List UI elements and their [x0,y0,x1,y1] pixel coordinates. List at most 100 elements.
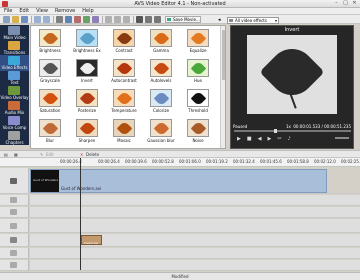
sidebar-item-video-effects[interactable]: Video Effects [0,55,29,71]
effect-thumbnail [76,29,98,47]
sidebar-item-transitions[interactable]: Transitions [0,40,29,56]
effect-tile[interactable]: Invert [76,59,98,85]
maximize-icon[interactable]: □ [343,1,348,6]
effect-thumbnail [39,59,61,77]
chevron-down-icon: ▾ [274,18,277,23]
sidebar-item-video-overlay[interactable]: Video Overlay [0,85,29,101]
volume-icon[interactable]: ♪ [288,136,291,142]
volume-slider[interactable] [335,137,349,139]
effects-track-icon [10,209,17,215]
effect-label: Sharpen [78,138,96,143]
music-track-icon [10,262,17,268]
menu-help[interactable]: Help [82,8,93,14]
status-bar: Modified [0,272,360,280]
effect-tile[interactable]: Autocontrast [111,59,137,85]
menu-remove[interactable]: Remove [55,8,75,14]
timeline-ruler[interactable]: 00:00:26.4 00:00:26.4 00:00:39.6 00:00:52.… [0,158,360,167]
stop-icon[interactable]: ■ [247,136,252,142]
category-nav-icon[interactable]: ◂ [218,17,226,24]
effect-label: Autolevels [150,78,172,83]
effect-tile[interactable]: Gamma [150,29,172,55]
menu-file[interactable]: File [4,8,12,14]
preview-mode-icon[interactable] [136,16,143,23]
ruler-tick-label: 00:01:06.0 [179,159,201,164]
menu-edit[interactable]: Edit [19,8,29,14]
effect-tile[interactable]: Brightness [39,29,61,55]
video-clip-name: Gust of Wonders.avi [61,186,102,191]
sidebar-item-main-video[interactable]: Main Video [0,25,29,41]
playback-speed[interactable]: 1x [286,124,291,129]
effect-thumbnail [150,59,172,77]
cut-icon[interactable]: ✂ [277,136,281,142]
effect-label: Saturation [39,108,61,113]
sidebar-item-audio-mix[interactable]: Audio Mix [0,100,29,116]
edit-button[interactable]: Edit [46,152,54,157]
fullscreen-icon[interactable] [145,16,152,23]
sidebar-item-chapters[interactable]: Chapters [0,130,29,146]
minimize-icon[interactable]: – [334,1,339,6]
effect-tile[interactable]: Grayscale [39,59,61,85]
effect-tile[interactable]: Equalize [187,29,209,55]
video-clip[interactable]: Gust of Wonders Gust of Wonders.avi [30,169,327,193]
effect-tile[interactable]: Posterize [76,89,98,115]
effect-clip[interactable]: Invert.avi [81,235,102,245]
redo-icon[interactable] [43,16,50,23]
preview-panel: Invert Paused 1x 00:00:01.533 / 00:00:51… [230,25,354,149]
zoom-in-icon[interactable] [114,16,121,23]
zoom-out-icon[interactable] [105,16,112,23]
effect-tile[interactable]: Colorize [150,89,172,115]
effect-tile[interactable]: Blur [39,119,61,145]
open-project-icon[interactable] [12,16,19,23]
new-project-icon[interactable] [3,16,10,23]
current-time: 00:00:26.4 [60,159,82,164]
video-track-header [0,168,29,194]
seek-handle[interactable] [274,129,277,133]
voice-icon [8,116,20,125]
previous-frame-icon[interactable]: ◀ [258,136,262,142]
import-icon[interactable] [65,16,72,23]
effects-category-select[interactable]: All video effects ▾ [227,17,279,24]
effect-thumbnail [76,89,98,107]
effect-thumbnail [113,119,135,137]
playhead[interactable] [80,158,81,270]
sidebar-item-voice-comp[interactable]: Voice Comp [0,115,29,131]
delete-button[interactable]: Delete [86,152,99,157]
effect-tile[interactable]: Sharpen [76,119,98,145]
effect-tile[interactable]: Autolevels [150,59,172,85]
save-project-icon[interactable] [21,16,28,23]
save-movie-button[interactable]: Save Movie... [165,16,201,23]
seek-bar[interactable] [234,129,351,133]
play-icon[interactable]: ▶ [237,136,241,142]
effect-thumbnail [187,119,209,137]
effect-tile[interactable]: Contrast [113,29,135,55]
overlay-track-icon [10,223,17,229]
audio-track-header [0,248,29,259]
effect-thumbnail [39,89,61,107]
effect-label: Brightness [39,48,61,53]
effect-tile[interactable]: Hue [187,59,209,85]
effect-tile[interactable]: Noise [187,119,209,145]
next-frame-icon[interactable]: ▶ [267,136,271,142]
effect-tile[interactable]: Gaussian blur [147,119,175,145]
record-icon[interactable] [74,16,81,23]
effect-label: Hue [193,78,202,83]
effect-tile[interactable]: Mosaic [113,119,135,145]
fit-icon[interactable] [123,16,130,23]
sidebar-item-text[interactable]: Text [0,70,29,86]
close-icon[interactable]: ✕ [352,1,357,6]
effect-tile[interactable]: Saturation [39,89,61,115]
snapshot-icon[interactable] [154,16,161,23]
undo-icon[interactable] [34,16,41,23]
capture-icon[interactable] [56,16,63,23]
storyboard-icon[interactable] [92,16,99,23]
timeline-view-icon[interactable]: ▤ [4,152,8,157]
effect-tile[interactable]: Threshold [187,89,209,115]
effects-scrollbar[interactable] [220,26,225,148]
menu-view[interactable]: View [36,8,48,14]
audio-record-icon[interactable] [83,16,90,23]
effect-tile[interactable]: Temperature [111,89,137,115]
effect-label: Grayscale [40,78,60,83]
effect-tile[interactable]: Brightness Ex [73,29,101,55]
music-track-header [0,260,29,271]
storyboard-view-icon[interactable]: ▦ [14,152,18,157]
